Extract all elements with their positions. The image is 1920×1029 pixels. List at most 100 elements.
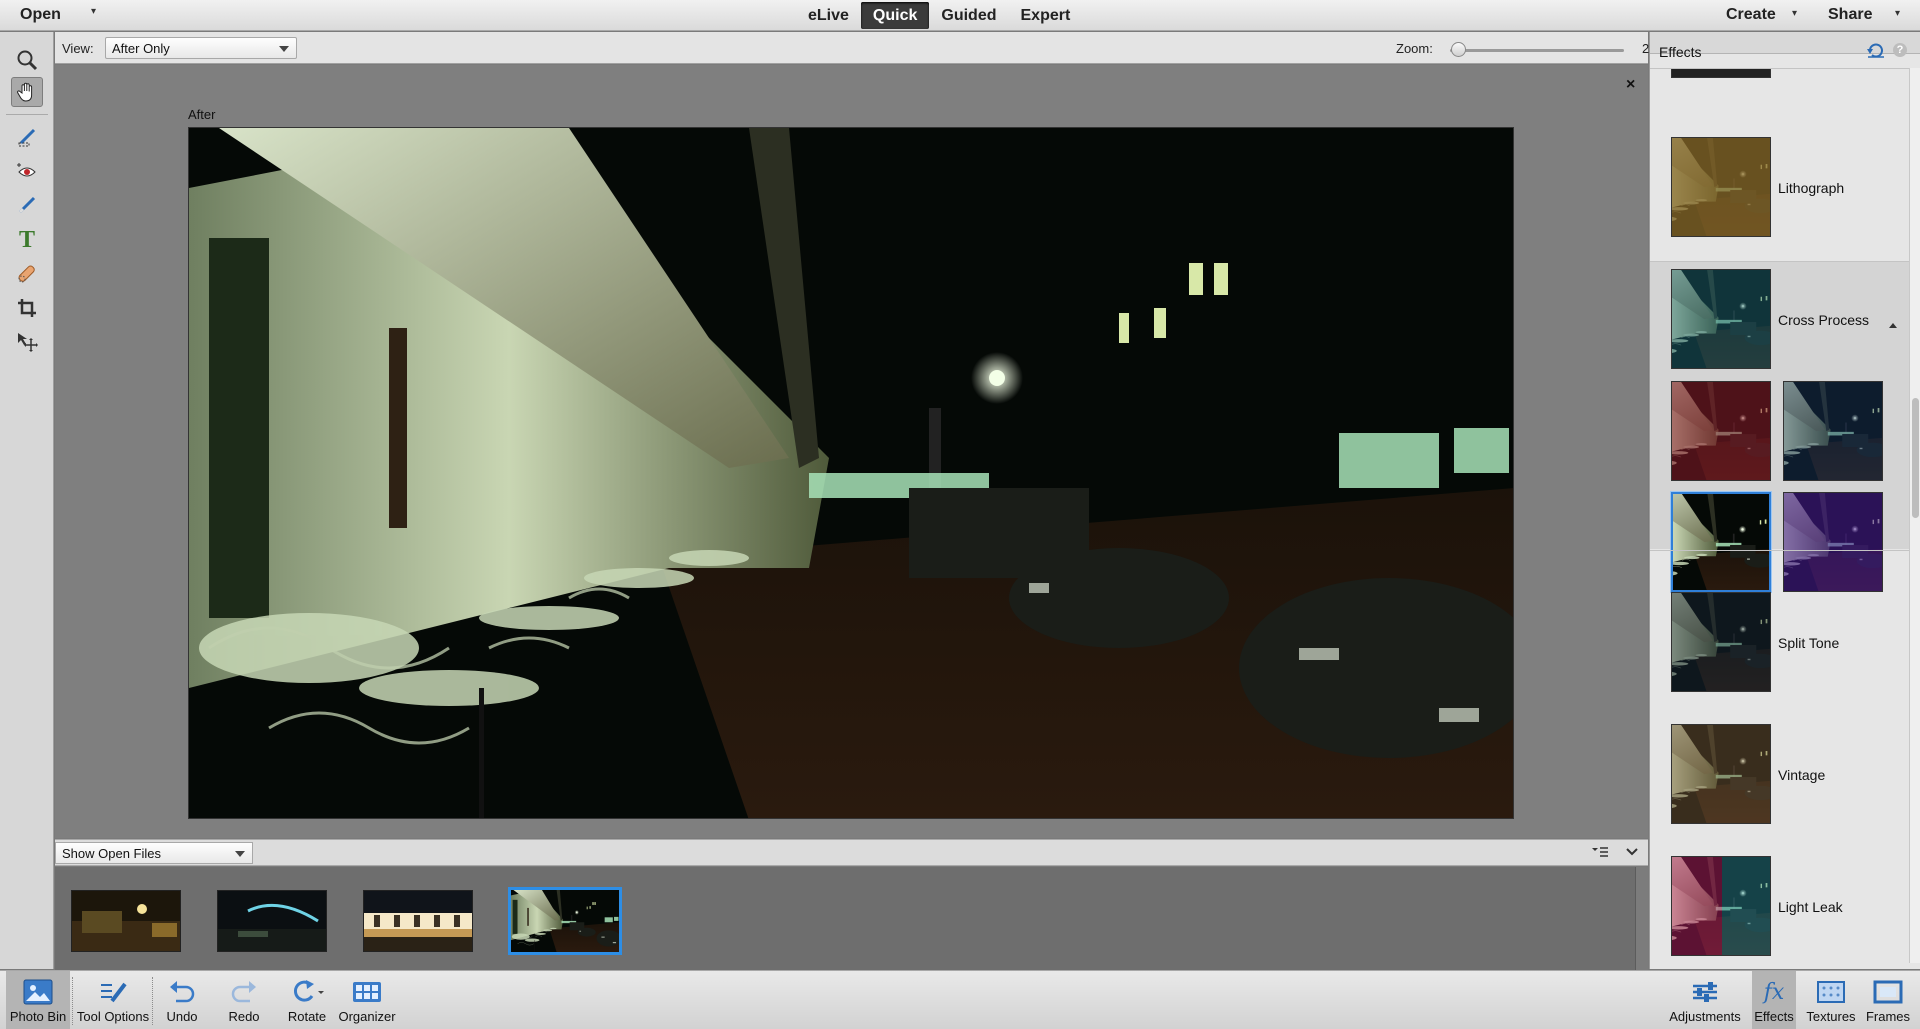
tab-expert[interactable]: Expert: [1009, 2, 1083, 29]
spot-healing-brush-tool-icon[interactable]: [11, 259, 43, 289]
rotate-label: Rotate: [287, 1009, 327, 1024]
zoom-label: Zoom:: [1396, 41, 1433, 56]
move-tool-icon[interactable]: [11, 327, 43, 357]
effects-panel: Effects ? Lithograph Cross Process Split…: [1649, 32, 1920, 969]
tools-panel: T: [0, 32, 54, 969]
top-menu-bar: Open ▾ eLive Quick Guided Expert Create …: [0, 0, 1920, 31]
photo-bin-header: Show Open Files: [55, 839, 1648, 866]
chevron-down-icon[interactable]: [1625, 845, 1639, 864]
image-canvas[interactable]: × After: [55, 65, 1648, 838]
effect-variant-thumbnail[interactable]: [1783, 492, 1883, 592]
organizer-icon: [352, 975, 382, 1009]
type-tool-icon[interactable]: T: [11, 225, 43, 255]
create-menu-caret-icon[interactable]: ▾: [1792, 8, 1797, 19]
effect-name-light-leak[interactable]: Light Leak: [1778, 899, 1843, 915]
bottom-taskbar: Photo Bin Tool Options Undo Redo Rotate …: [0, 970, 1920, 1029]
view-label: View:: [62, 41, 94, 56]
photo-bin: [55, 867, 1635, 970]
effect-thumbnail-cross-process[interactable]: [1671, 269, 1771, 369]
effects-icon: fx: [1763, 979, 1785, 1005]
crop-tool-icon[interactable]: [11, 293, 43, 323]
frames-button[interactable]: Frames: [1864, 971, 1912, 1029]
create-button[interactable]: Create: [1726, 6, 1776, 24]
tab-elive[interactable]: eLive: [796, 2, 861, 29]
tab-quick[interactable]: Quick: [860, 2, 930, 29]
effect-thumbnail-lithograph[interactable]: [1671, 137, 1771, 237]
undo-icon: [168, 975, 196, 1009]
frames-label: Frames: [1865, 1009, 1911, 1024]
organizer-button[interactable]: Organizer: [338, 971, 396, 1029]
photo-bin-thumbnail[interactable]: [363, 890, 473, 952]
photo-bin-label: Photo Bin: [9, 1009, 67, 1024]
undo-button[interactable]: Undo: [160, 971, 204, 1029]
panel-title: Effects: [1659, 44, 1702, 60]
adjustments-button[interactable]: Adjustments: [1668, 971, 1742, 1029]
photo-bin-scrollbar[interactable]: [1635, 867, 1648, 970]
redo-button[interactable]: Redo: [222, 971, 266, 1029]
quick-selection-tool-icon[interactable]: [11, 122, 43, 152]
effect-variant-thumbnail[interactable]: [1671, 381, 1771, 481]
hand-tool-icon[interactable]: [11, 77, 43, 107]
effect-thumbnail-light-leak[interactable]: [1671, 856, 1771, 956]
red-eye-removal-tool-icon[interactable]: [11, 156, 43, 186]
effects-scrollbar[interactable]: [1909, 68, 1920, 963]
close-icon[interactable]: ×: [1626, 76, 1635, 94]
zoom-slider-track[interactable]: [1450, 49, 1624, 52]
redo-label: Redo: [228, 1009, 260, 1024]
tool-options-button[interactable]: Tool Options: [75, 971, 151, 1029]
effects-divider: [1650, 550, 1909, 551]
photo-bin-button[interactable]: Photo Bin: [6, 971, 70, 1029]
taskbar-divider: [152, 977, 153, 1025]
photo-bin-thumbnail-selected[interactable]: [508, 887, 622, 955]
share-menu-caret-icon[interactable]: ▾: [1895, 8, 1900, 19]
redo-icon: [230, 975, 258, 1009]
textures-icon: [1816, 975, 1846, 1009]
bin-options-menu-icon[interactable]: [1591, 845, 1609, 864]
textures-label: Textures: [1806, 1009, 1856, 1024]
effect-variant-thumbnail[interactable]: [1783, 381, 1883, 481]
tab-guided[interactable]: Guided: [929, 2, 1008, 29]
effects-button[interactable]: fx Effects: [1752, 971, 1796, 1029]
tool-options-label: Tool Options: [76, 1009, 150, 1024]
effects-label: Effects: [1754, 1009, 1794, 1024]
undo-label: Undo: [166, 1009, 198, 1024]
zoom-tool-icon[interactable]: [11, 45, 43, 75]
adjustments-icon: [1690, 975, 1720, 1009]
options-bar: View: After Only Zoom: 27%: [55, 32, 1668, 64]
effect-thumbnail-split-tone[interactable]: [1671, 592, 1771, 692]
effect-variant-thumbnail-selected[interactable]: [1671, 492, 1771, 592]
rotate-icon: [290, 975, 324, 1009]
effects-scrollbar-thumb[interactable]: [1912, 398, 1919, 518]
photo-bin-thumbnail[interactable]: [217, 890, 327, 952]
open-button[interactable]: Open: [20, 6, 61, 24]
effects-divider: [1650, 68, 1909, 69]
show-open-files-select[interactable]: Show Open Files: [55, 842, 253, 864]
open-menu-caret-icon[interactable]: ▾: [91, 6, 96, 17]
effect-name-split-tone[interactable]: Split Tone: [1778, 635, 1839, 651]
view-select[interactable]: After Only: [105, 37, 297, 59]
whiten-teeth-tool-icon[interactable]: [11, 190, 43, 220]
effect-name-vintage[interactable]: Vintage: [1778, 767, 1825, 783]
help-icon[interactable]: ?: [1893, 43, 1907, 57]
collapse-up-icon[interactable]: [1888, 316, 1898, 334]
organizer-label: Organizer: [338, 1009, 396, 1024]
frames-icon: [1873, 975, 1903, 1009]
effect-thumbnail-vintage[interactable]: [1671, 724, 1771, 824]
reset-panel-icon[interactable]: [1867, 42, 1885, 63]
edited-photo[interactable]: [188, 127, 1514, 819]
adjustments-label: Adjustments: [1669, 1009, 1741, 1024]
view-select-value: After Only: [112, 41, 170, 56]
zoom-slider-handle[interactable]: [1451, 42, 1467, 57]
effects-divider: [1650, 261, 1909, 262]
share-button[interactable]: Share: [1828, 6, 1872, 24]
mode-tabs: eLive Quick Guided Expert: [796, 2, 1082, 29]
photo-bin-icon: [23, 975, 53, 1009]
effect-name-cross-process[interactable]: Cross Process: [1778, 312, 1869, 328]
textures-button[interactable]: Textures: [1806, 971, 1856, 1029]
effect-thumbnail[interactable]: [1671, 68, 1771, 78]
rotate-button[interactable]: Rotate: [283, 971, 331, 1029]
chevron-down-icon: [235, 851, 245, 857]
chevron-down-icon: [279, 46, 289, 52]
photo-bin-thumbnail[interactable]: [71, 890, 181, 952]
effect-name-lithograph[interactable]: Lithograph: [1778, 180, 1844, 196]
